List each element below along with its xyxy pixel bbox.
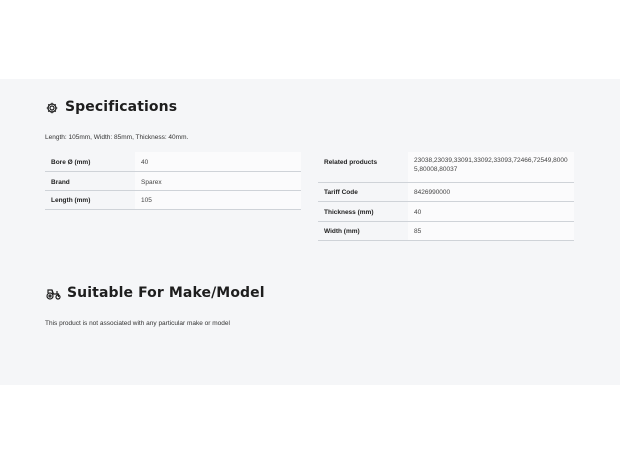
- spec-table-right: Related products 23038,23039,33091,33092…: [318, 152, 574, 241]
- spec-value: 8426990000: [408, 182, 574, 202]
- table-row: Thickness (mm) 40: [318, 201, 574, 222]
- suitable-heading: Suitable For Make/Model: [46, 285, 265, 301]
- suitable-note: This product is not associated with any …: [45, 320, 230, 327]
- spec-value: 40: [135, 152, 301, 172]
- suitable-title: Suitable For Make/Model: [67, 285, 265, 301]
- spec-value: 23038,23039,33091,33092,33093,72466,7254…: [408, 152, 574, 183]
- table-row: Tariff Code 8426990000: [318, 182, 574, 202]
- spec-key: Tariff Code: [318, 182, 408, 202]
- spec-key: Length (mm): [45, 190, 135, 210]
- table-row: Width (mm) 85: [318, 221, 574, 241]
- spec-value: Sparex: [135, 171, 301, 191]
- table-row: Bore Ø (mm) 40: [45, 152, 301, 172]
- spec-key: Brand: [45, 171, 135, 191]
- gear-icon: [46, 100, 60, 114]
- specifications-title: Specifications: [65, 99, 178, 115]
- table-row: Brand Sparex: [45, 171, 301, 191]
- table-row: Related products 23038,23039,33091,33092…: [318, 152, 574, 183]
- spec-table-left: Bore Ø (mm) 40 Brand Sparex Length (mm) …: [45, 152, 301, 210]
- spec-value: 105: [135, 190, 301, 210]
- spec-key: Width (mm): [318, 221, 408, 241]
- specifications-heading: Specifications: [46, 99, 177, 115]
- spec-key: Thickness (mm): [318, 201, 408, 222]
- specifications-description: Length: 105mm, Width: 85mm, Thickness: 4…: [45, 134, 189, 141]
- spec-value: 85: [408, 221, 574, 241]
- spec-key: Related products: [318, 152, 408, 183]
- table-row: Length (mm) 105: [45, 190, 301, 210]
- spec-value: 40: [408, 201, 574, 222]
- tractor-icon: [46, 286, 62, 300]
- spec-key: Bore Ø (mm): [45, 152, 135, 172]
